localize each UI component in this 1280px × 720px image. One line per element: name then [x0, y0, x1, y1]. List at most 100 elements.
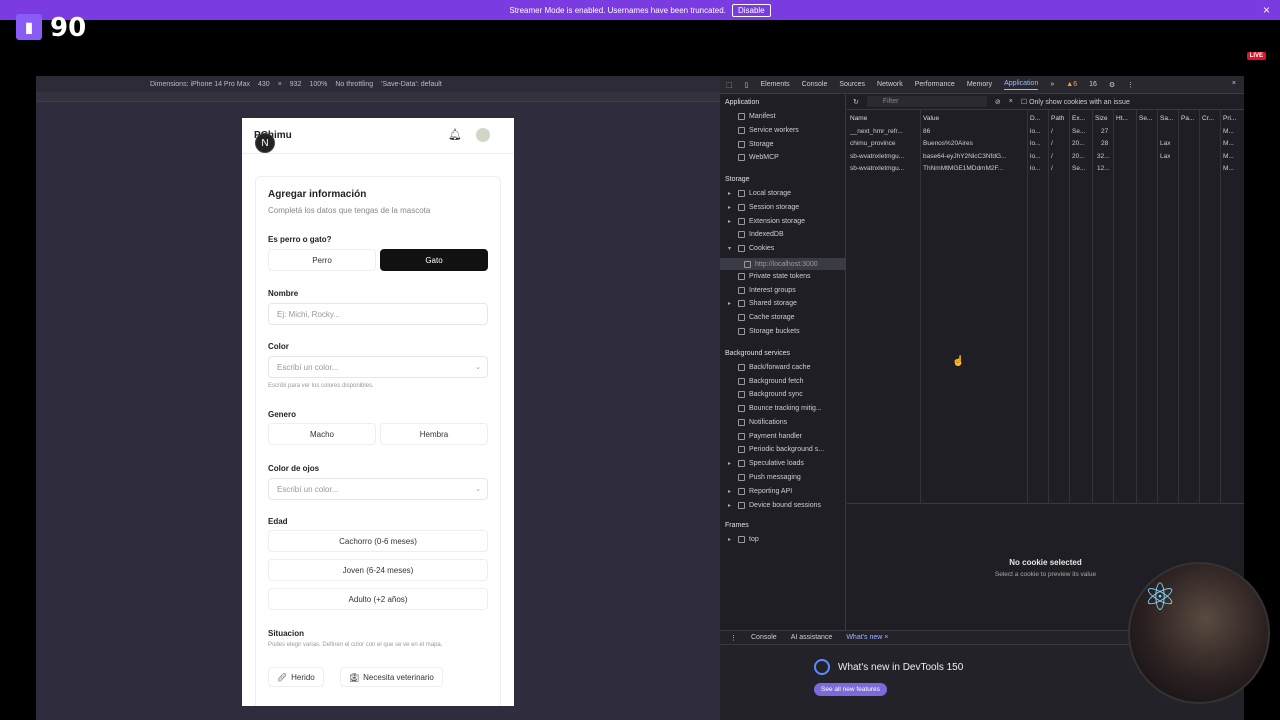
tab-console[interactable]: Console	[802, 81, 828, 88]
col-name[interactable]: Name	[850, 115, 867, 122]
column-divider	[1113, 110, 1114, 504]
bell-icon	[738, 419, 745, 426]
avatar[interactable]	[476, 128, 490, 142]
perro-button[interactable]: Perro	[268, 249, 376, 271]
sidebar-item-background-fetch[interactable]: Background fetch	[738, 378, 803, 385]
col-partition[interactable]: Pa...	[1181, 115, 1194, 122]
sidebar-item-session-storage[interactable]: ▸ Session storage	[728, 204, 799, 211]
tab-elements[interactable]: Elements	[760, 81, 789, 88]
only-issue-checkbox[interactable]: ☐ Only show cookies with an issue	[1021, 98, 1130, 106]
col-size[interactable]: Size	[1095, 115, 1108, 122]
drawer-more-icon[interactable]: ⋮	[730, 634, 737, 642]
filter-input[interactable]: Filter	[866, 96, 987, 107]
age-joven-button[interactable]: Joven (6-24 meses)	[268, 559, 488, 581]
disable-button[interactable]: Disable	[731, 3, 771, 17]
sidebar-item-local-storage[interactable]: ▸ Local storage	[728, 190, 791, 197]
color-combobox[interactable]: Escribí un color... ⌄	[268, 356, 488, 378]
more-icon[interactable]: ⋮	[1127, 81, 1134, 89]
tab-network[interactable]: Network	[877, 81, 903, 88]
sidebar-item-private-state-tokens[interactable]: Private state tokens	[738, 273, 810, 280]
type-toggle: Perro Gato	[268, 249, 488, 271]
drawer-tab-ai-assistance[interactable]: AI assistance	[791, 634, 833, 641]
sidebar-item-speculative-loads[interactable]: ▸ Speculative loads	[728, 460, 804, 467]
gato-button[interactable]: Gato	[380, 249, 488, 271]
device-height[interactable]: 932	[290, 81, 302, 88]
age-cachorro-button[interactable]: Cachorro (0-6 meses)	[268, 530, 488, 552]
grid-icon	[738, 218, 745, 225]
sidebar-item-notifications[interactable]: Notifications	[738, 419, 787, 426]
col-value[interactable]: Value	[923, 115, 939, 122]
col-domain[interactable]: D...	[1030, 115, 1040, 122]
device-dimensions[interactable]: Dimensions: iPhone 14 Pro Max	[150, 81, 250, 88]
close-icon[interactable]: ×	[1263, 3, 1270, 17]
sidebar-item-service-workers[interactable]: Service workers	[738, 127, 799, 134]
refresh-icon[interactable]: ↻	[853, 98, 859, 106]
card-icon	[738, 433, 745, 440]
sidebar-item-indexeddb[interactable]: IndexedDB	[728, 231, 784, 238]
tab-performance[interactable]: Performance	[915, 81, 955, 88]
sidebar-item-bounce-tracking[interactable]: Bounce tracking mitig...	[738, 405, 822, 412]
sidebar-item-shared-storage[interactable]: ▸ Shared storage	[728, 300, 797, 307]
sidebar-item-storage[interactable]: Storage	[738, 141, 774, 148]
table-row[interactable]: __next_hmr_refr... 86 lo... / Se... 27 M…	[847, 125, 1244, 137]
sidebar-item-payment-handler[interactable]: Payment handler	[738, 433, 802, 440]
sidebar-item-manifest[interactable]: Manifest	[738, 113, 775, 120]
bell-icon[interactable]: 🔔︎	[448, 128, 462, 141]
sidebar-item-cookie-origin[interactable]: http://localhost:3000	[720, 258, 846, 270]
clock-icon	[738, 446, 745, 453]
sidebar-item-storage-buckets[interactable]: Storage buckets	[738, 328, 800, 335]
veterinario-chip[interactable]: 🏥︎ Necesita veterinario	[340, 667, 443, 687]
table-row[interactable]: sb-wvatnxletmgu... base64-eyJhY2NlcC3Nfd…	[847, 150, 1244, 162]
col-expires[interactable]: Ex...	[1072, 115, 1085, 122]
sidebar-item-cookies[interactable]: ▾ Cookies	[728, 245, 774, 252]
eye-color-combobox[interactable]: Escribí un color... ⌄	[268, 478, 488, 500]
herido-chip[interactable]: 🩹︎ Herido	[268, 667, 324, 687]
tab-sources[interactable]: Sources	[839, 81, 865, 88]
card-title: Agregar información	[268, 189, 367, 200]
table-row[interactable]: chimu_province Buenos%20Aires lo... / 20…	[847, 137, 1244, 149]
warning-icon[interactable]: ▲6	[1066, 81, 1077, 88]
hembra-button[interactable]: Hembra	[380, 423, 488, 445]
throttling-select[interactable]: No throttling	[335, 81, 373, 88]
col-secure[interactable]: Se...	[1139, 115, 1152, 122]
save-data-select[interactable]: 'Save-Data': default	[381, 81, 442, 88]
col-priority[interactable]: Pri...	[1223, 115, 1236, 122]
clear-filtered-icon[interactable]: ⊘	[995, 98, 1001, 106]
gear-icon[interactable]: ⚙	[1109, 81, 1115, 89]
close-icon[interactable]: ×	[1232, 80, 1236, 87]
message-count[interactable]: 16	[1089, 81, 1097, 88]
sidebar-item-webmcp[interactable]: WebMCP	[738, 154, 779, 161]
col-crosssite[interactable]: Cr...	[1202, 115, 1214, 122]
sidebar-item-periodic-sync[interactable]: Periodic background s...	[738, 446, 824, 453]
sidebar-item-extension-storage[interactable]: ▸ Extension storage	[728, 218, 805, 225]
sidebar-item-interest-groups[interactable]: Interest groups	[738, 287, 796, 294]
delete-icon[interactable]: ×	[1009, 98, 1013, 105]
file-icon	[738, 154, 745, 161]
next-dev-indicator-icon[interactable]: N	[255, 133, 275, 153]
sidebar-item-device-bound-sessions[interactable]: ▸ Device bound sessions	[728, 502, 821, 509]
device-width[interactable]: 430	[258, 81, 270, 88]
name-input[interactable]: Ej: Michi, Rocky...	[268, 303, 488, 325]
age-adulto-button[interactable]: Adulto (+2 años)	[268, 588, 488, 610]
tab-more[interactable]: »	[1050, 81, 1054, 88]
table-row[interactable]: sb-wvatnxletmgu... ThNmMtMGE1MDdmM2F... …	[847, 162, 1244, 174]
sidebar-item-frame-top[interactable]: ▸ top	[728, 536, 759, 543]
col-samesite[interactable]: Sa...	[1160, 115, 1173, 122]
zoom-select[interactable]: 100%	[309, 81, 327, 88]
see-all-features-button[interactable]: See all new features	[814, 683, 887, 696]
sidebar-item-push-messaging[interactable]: Push messaging	[738, 474, 801, 481]
inspect-icon[interactable]: ⬚	[726, 81, 733, 89]
drawer-tab-console[interactable]: Console	[751, 634, 777, 641]
sidebar-item-bfcache[interactable]: Back/forward cache	[738, 364, 810, 371]
macho-button[interactable]: Macho	[268, 423, 376, 445]
sidebar-item-cache-storage[interactable]: Cache storage	[738, 314, 795, 321]
drawer-tab-whats-new[interactable]: What's new ×	[846, 634, 888, 641]
sidebar-item-background-sync[interactable]: Background sync	[738, 391, 803, 398]
col-path[interactable]: Path	[1051, 115, 1064, 122]
file-icon	[738, 113, 745, 120]
tab-memory[interactable]: Memory	[967, 81, 992, 88]
col-httponly[interactable]: Ht...	[1116, 115, 1128, 122]
tab-application[interactable]: Application	[1004, 80, 1039, 90]
sidebar-item-reporting-api[interactable]: ▸ Reporting API	[728, 488, 792, 495]
device-toggle-icon[interactable]: ▯	[745, 81, 749, 89]
